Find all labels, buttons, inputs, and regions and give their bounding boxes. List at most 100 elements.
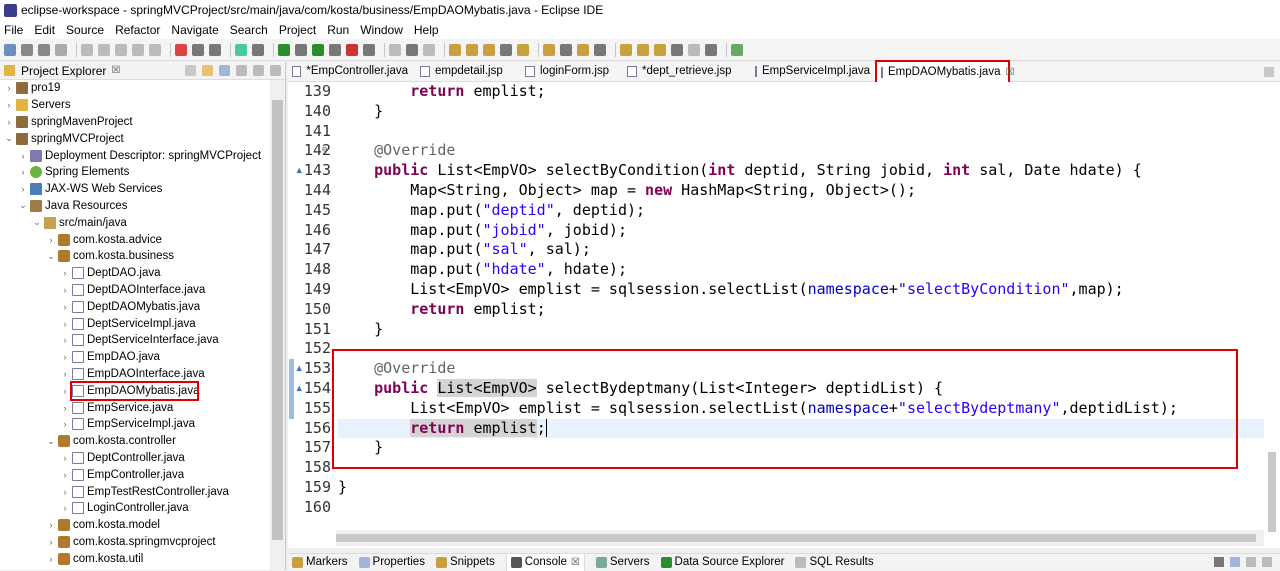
tree-toggle-icon[interactable]: › (60, 470, 70, 480)
tree-item[interactable]: › EmpService.java (0, 399, 270, 416)
editor-vscroll-thumb[interactable] (1268, 452, 1276, 532)
editor-tab[interactable]: *dept_retrieve.jsp (623, 61, 751, 81)
prev-dropdown-icon[interactable] (594, 43, 606, 56)
menu-refactor[interactable]: Refactor (115, 23, 160, 37)
forward-dropdown-icon[interactable] (688, 43, 700, 56)
tree-item[interactable]: ⌄ Java Resources (0, 198, 270, 215)
tree-toggle-icon[interactable]: › (4, 117, 14, 127)
tree-item[interactable]: ⌄ com.kosta.controller (0, 433, 270, 450)
debug-toggle-icon[interactable] (81, 43, 93, 56)
code-line[interactable]: public List<EmpVO> selectByCondition(int… (338, 161, 1268, 181)
code-line[interactable]: List<EmpVO> emplist = sqlsession.selectL… (338, 280, 1268, 300)
maximize-view-icon[interactable] (270, 65, 281, 76)
bottom-tab-data-source-explorer[interactable]: Data Source Explorer (660, 556, 784, 568)
menu-window[interactable]: Window (360, 23, 403, 37)
editor-hscroll-thumb[interactable] (336, 534, 1256, 542)
tree-item[interactable]: › EmpController.java (0, 466, 270, 483)
tree-item[interactable]: › Spring Elements (0, 164, 270, 181)
tree-toggle-icon[interactable]: › (46, 554, 56, 564)
code-line[interactable] (338, 339, 1268, 359)
tree-toggle-icon[interactable]: › (60, 386, 70, 396)
code-line[interactable]: return emplist; (338, 300, 1268, 320)
tree-item[interactable]: › pro19 (0, 80, 270, 97)
tree-toggle-icon[interactable]: ⌄ (46, 436, 56, 447)
minimize-view-icon[interactable] (253, 65, 264, 76)
forward-icon[interactable] (671, 43, 683, 56)
code-line[interactable]: } (338, 438, 1268, 458)
tree-item[interactable]: › EmpDAOInterface.java (0, 366, 270, 383)
tree-toggle-icon[interactable]: › (60, 352, 70, 362)
menu-file[interactable]: File (4, 23, 23, 37)
run-icon[interactable] (278, 43, 290, 56)
tree-toggle-icon[interactable]: › (18, 167, 28, 177)
tree-item[interactable]: › com.kosta.advice (0, 231, 270, 248)
tree-item[interactable]: › Deployment Descriptor: springMVCProject (0, 147, 270, 164)
tree-item[interactable]: › DeptServiceImpl.java (0, 315, 270, 332)
back-icon[interactable] (637, 43, 649, 56)
annotate-icon[interactable] (517, 43, 529, 56)
run-menu-icon[interactable] (252, 43, 264, 56)
code-line[interactable]: map.put("hdate", hdate); (338, 260, 1268, 280)
tree-toggle-icon[interactable]: › (46, 235, 56, 245)
menu-help[interactable]: Help (414, 23, 439, 37)
tree-item[interactable]: › DeptDAOInterface.java (0, 282, 270, 299)
tree-toggle-icon[interactable]: › (60, 453, 70, 463)
editor-tab[interactable]: EmpDAOMybatis.java ☒ (875, 60, 1014, 84)
bottom-tab-snippets[interactable]: Snippets (435, 556, 495, 568)
tree-toggle-icon[interactable]: › (4, 83, 14, 93)
save-icon[interactable] (21, 43, 33, 56)
print-icon[interactable] (55, 43, 67, 56)
coverage-icon[interactable] (346, 43, 358, 56)
tree-toggle-icon[interactable]: › (60, 285, 70, 295)
editor-tab[interactable]: EmpServiceImpl.java (751, 61, 870, 81)
external-tools-icon[interactable] (389, 43, 401, 56)
tree-toggle-icon[interactable]: › (60, 268, 70, 278)
tree-item[interactable]: › Servers (0, 97, 270, 114)
close-tab-icon[interactable]: ☒ (1005, 67, 1014, 78)
step-over-icon[interactable] (149, 43, 161, 56)
bottom-tab-markers[interactable]: Markers (292, 556, 348, 568)
minimize-panel-icon[interactable] (1246, 557, 1256, 567)
tree-item[interactable]: › com.kosta.springmvcproject (0, 534, 270, 551)
tree-toggle-icon[interactable]: › (60, 419, 70, 429)
debug-icon[interactable] (312, 43, 324, 56)
code-line[interactable]: map.put("sal", sal); (338, 240, 1268, 260)
save-all-icon[interactable] (38, 43, 50, 56)
filter-icon[interactable] (219, 65, 230, 76)
tree-item[interactable]: › springMavenProject (0, 114, 270, 131)
tree-item[interactable]: › LoginController.java (0, 500, 270, 517)
editor-tab[interactable]: *EmpController.java (288, 61, 416, 81)
open-task-icon[interactable] (466, 43, 478, 56)
tree-item[interactable]: › DeptDAO.java (0, 265, 270, 282)
tree-item[interactable]: ⌄ springMVCProject (0, 130, 270, 147)
link-editor-icon[interactable] (202, 65, 213, 76)
search-icon[interactable] (423, 43, 435, 56)
tree-item[interactable]: › DeptController.java (0, 450, 270, 467)
tree-toggle-icon[interactable]: › (18, 151, 28, 161)
tree-toggle-icon[interactable]: › (18, 184, 28, 194)
code-line[interactable]: return emplist; (338, 82, 1268, 102)
tree-item[interactable]: › com.kosta.model (0, 517, 270, 534)
tree-toggle-icon[interactable]: › (60, 319, 70, 329)
code-line[interactable]: } (338, 478, 1268, 498)
next-dropdown-icon[interactable] (560, 43, 572, 56)
code-line[interactable]: List<EmpVO> emplist = sqlsession.selectL… (338, 399, 1268, 419)
disconnect-icon[interactable] (192, 43, 204, 56)
explorer-scrollbar-thumb[interactable] (272, 100, 283, 540)
run-dropdown-icon[interactable] (295, 43, 307, 56)
tree-toggle-icon[interactable]: › (4, 100, 14, 110)
code-line[interactable]: map.put("deptid", deptid); (338, 201, 1268, 221)
skip-icon[interactable] (115, 43, 127, 56)
new-icon[interactable] (4, 43, 16, 56)
tree-item[interactable]: › EmpDAO.java (0, 349, 270, 366)
tree-toggle-icon[interactable]: › (60, 302, 70, 312)
terminate-icon[interactable] (209, 43, 221, 56)
stop-icon[interactable] (175, 43, 187, 56)
mark-dropdown-icon[interactable] (500, 43, 512, 56)
collapse-all-icon[interactable] (185, 65, 196, 76)
tree-item[interactable]: › DeptServiceInterface.java (0, 332, 270, 349)
code-line[interactable]: @Override (338, 141, 1268, 161)
view-menu-icon[interactable] (236, 65, 247, 76)
tree-toggle-icon[interactable]: ⌄ (46, 251, 56, 262)
tree-toggle-icon[interactable]: ⌄ (32, 217, 42, 228)
